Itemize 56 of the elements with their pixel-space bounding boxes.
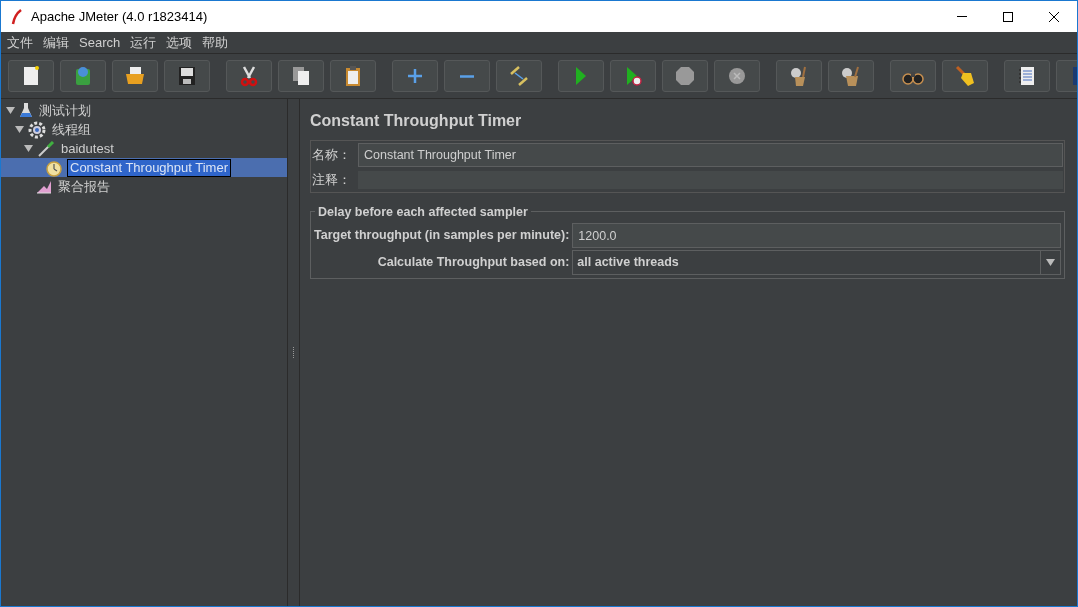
field-label: Calculate Throughput based on: [376, 254, 570, 272]
close-icon [1049, 11, 1059, 22]
panel-title: Constant Throughput Timer [310, 111, 523, 131]
menu-item[interactable]: 编辑 [39, 32, 73, 53]
tree-row[interactable]: Constant Throughput Timer [1, 158, 287, 177]
toolbar-button[interactable] [828, 60, 874, 92]
group-title: Delay before each affected sampler [317, 203, 529, 221]
tree-row[interactable]: 聚合报告 [1, 177, 287, 196]
toolbar-button[interactable] [1004, 60, 1050, 92]
expanded-arrow-icon[interactable] [24, 144, 33, 153]
stopwatch-icon [45, 158, 63, 177]
tree-row[interactable]: baidutest [1, 139, 287, 158]
toolbar-button[interactable] [610, 60, 656, 92]
tree-item-label: 聚合报告 [57, 178, 111, 195]
toolbar-button[interactable] [278, 60, 324, 92]
menu-item[interactable]: Search [75, 32, 125, 53]
minimize-icon [957, 16, 967, 17]
window-title: Apache JMeter (4.0 r1823414) [31, 7, 208, 26]
expanded-arrow-icon[interactable] [15, 125, 24, 134]
menu-item[interactable]: 选项 [162, 32, 197, 53]
gear-icon [28, 120, 46, 139]
toolbar-button[interactable] [8, 60, 54, 92]
field-label: 注释： [312, 171, 352, 189]
broom-icon [953, 64, 977, 88]
tree-item-label: baidutest [60, 140, 115, 157]
name-input-field[interactable]: Constant Throughput Timer [358, 143, 1063, 167]
dropdown-value: all active threads [576, 254, 680, 272]
pipette-icon [37, 140, 55, 157]
comment-input-field[interactable] [358, 170, 1063, 189]
toolbar-button[interactable] [164, 60, 210, 92]
flask-icon [19, 102, 33, 119]
maximize-icon [1003, 11, 1013, 22]
tree-row[interactable]: 线程组 [1, 120, 287, 139]
expanded-arrow-icon[interactable] [6, 106, 15, 115]
tree-row[interactable]: 测试计划 [1, 101, 287, 120]
dropdown[interactable]: all active threads [572, 250, 1061, 276]
toolbar-button[interactable] [776, 60, 822, 92]
tree-item-label: Constant Throughput Timer [67, 158, 231, 177]
menu-item[interactable]: 文件 [3, 32, 37, 53]
toolbar-button[interactable] [942, 60, 988, 92]
tree-item-label: 线程组 [51, 121, 92, 138]
chart-icon [36, 179, 52, 194]
toolbar-button[interactable] [330, 60, 376, 92]
stop-octagon-icon [673, 64, 697, 88]
field-label: Target throughput (in samples per minute): [314, 227, 570, 245]
tree-item-label: 测试计划 [38, 102, 92, 119]
toolbar-button[interactable] [112, 60, 158, 92]
toolbar-button[interactable] [890, 60, 936, 92]
menu-item[interactable]: 运行 [126, 32, 161, 53]
toolbar-button[interactable] [226, 60, 272, 92]
dropdown-arrow-icon [1046, 259, 1055, 267]
minus-icon [460, 74, 474, 78]
menu-item[interactable]: 帮助 [198, 32, 233, 53]
throughput-input-field[interactable]: 1200.0 [572, 223, 1061, 249]
grip-icon [292, 347, 295, 358]
field-label: 名称： [312, 146, 352, 165]
